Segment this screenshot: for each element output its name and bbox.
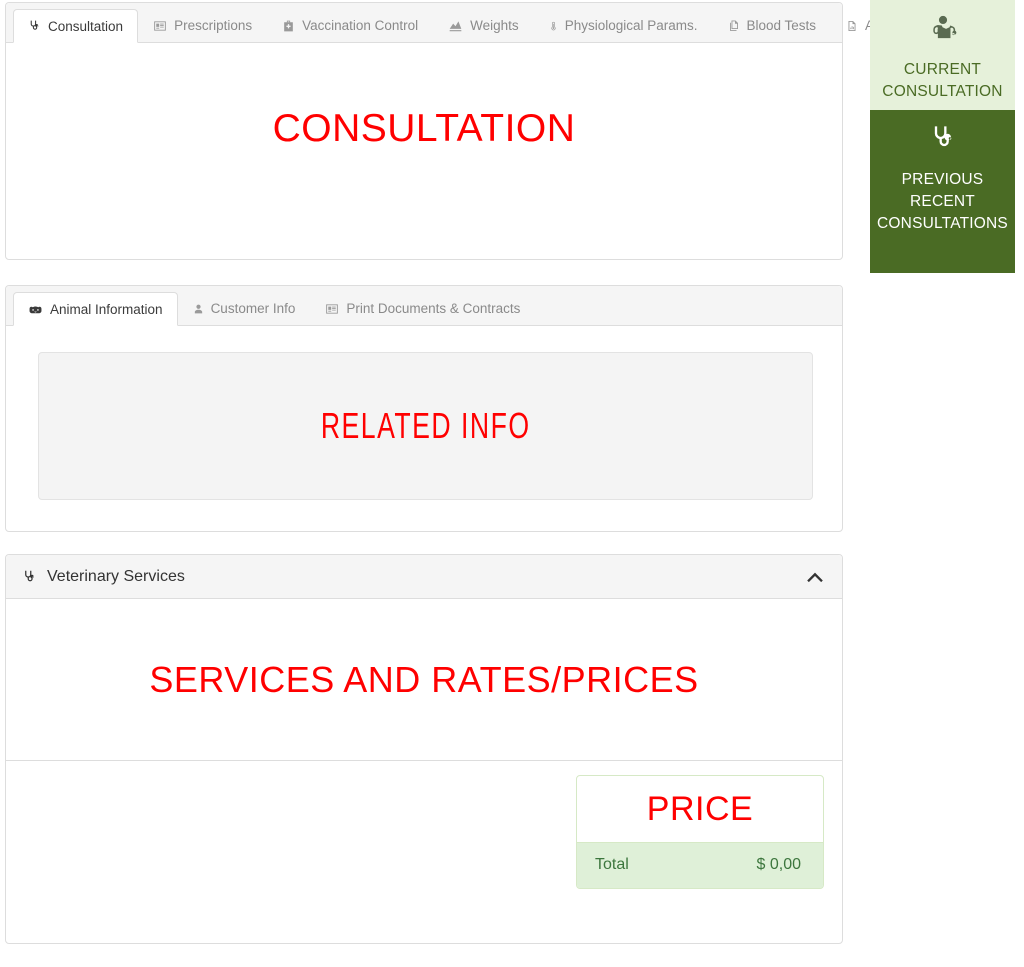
veterinary-services-footer: PRICE Total $ 0,00 — [6, 761, 842, 943]
user-icon — [193, 302, 204, 316]
price-placeholder-heading: PRICE — [646, 790, 754, 828]
veterinary-services-panel: Veterinary Services SERVICES AND RATES/P… — [5, 554, 843, 944]
tab-label: Physiological Params. — [564, 18, 698, 33]
files-icon — [728, 19, 740, 33]
stethoscope-icon — [28, 19, 41, 33]
info-tab-strip: Animal Information Customer Info Print D… — [6, 286, 842, 326]
related-info-tabs-panel: Animal Information Customer Info Print D… — [5, 285, 843, 532]
tab-label: Print Documents & Contracts — [346, 301, 521, 316]
tab-label: Animal Information — [50, 301, 163, 317]
tab-label: Customer Info — [210, 301, 296, 316]
consultation-placeholder-heading: CONSULTATION — [272, 107, 576, 150]
tab-label: Prescriptions — [174, 18, 253, 33]
tab-label: Blood Tests — [746, 18, 817, 33]
panel-title: Veterinary Services — [22, 568, 804, 586]
user-doctor-icon — [876, 14, 1009, 45]
consultation-tab-body: CONSULTATION — [6, 43, 842, 259]
animal-information-tab-body: RELATED INFO — [6, 352, 842, 500]
hippo-icon — [28, 303, 43, 316]
tab-customer-info[interactable]: Customer Info — [178, 292, 311, 325]
tab-animal-information[interactable]: Animal Information — [13, 292, 178, 326]
tab-consultation[interactable]: Consultation — [13, 9, 139, 43]
first-aid-kit-icon — [282, 19, 295, 33]
tab-label: Weights — [470, 18, 519, 33]
tab-label: Vaccination Control — [302, 18, 419, 33]
price-total-value: $ 0,00 — [756, 856, 801, 873]
price-card-header: PRICE — [577, 776, 823, 842]
veterinary-services-header[interactable]: Veterinary Services — [6, 555, 842, 599]
tab-print-documents-contracts[interactable]: Print Documents & Contracts — [310, 292, 535, 325]
veterinary-services-body: SERVICES AND RATES/PRICES — [6, 599, 842, 761]
related-info-placeholder-heading: RELATED INFO — [320, 405, 531, 446]
services-placeholder-heading: SERVICES AND RATES/PRICES — [149, 658, 699, 700]
price-card: PRICE Total $ 0,00 — [576, 775, 824, 889]
tab-label: Consultation — [48, 18, 124, 34]
tab-weights[interactable]: Weights — [433, 9, 534, 42]
tab-vaccination-control[interactable]: Vaccination Control — [267, 9, 433, 42]
id-card-icon — [153, 19, 167, 33]
stethoscope-icon — [22, 569, 37, 585]
consultation-sidebar: CURRENT CONSULTATION PREVIOUS RECENT CON… — [870, 0, 1015, 273]
area-chart-icon — [448, 19, 463, 33]
sidebar-item-previous-recent-consultations[interactable]: PREVIOUS RECENT CONSULTATIONS — [870, 110, 1015, 273]
consultation-page: Consultation Prescriptions Vaccination C… — [0, 0, 1024, 967]
thermometer-icon — [549, 19, 558, 33]
main-content-column: Consultation Prescriptions Vaccination C… — [5, 0, 940, 944]
tab-physiological-params[interactable]: Physiological Params. — [534, 9, 713, 42]
stethoscope-icon — [876, 124, 1009, 155]
veterinary-services-title: Veterinary Services — [47, 567, 185, 585]
sidebar-item-label: CURRENT CONSULTATION — [882, 61, 1003, 100]
price-total-label: Total — [595, 856, 629, 873]
id-card-icon — [325, 302, 339, 316]
main-tab-strip: Consultation Prescriptions Vaccination C… — [6, 3, 940, 43]
file-chart-icon — [846, 19, 858, 33]
sidebar-item-label: PREVIOUS RECENT CONSULTATIONS — [877, 171, 1008, 232]
chevron-up-icon[interactable] — [804, 567, 826, 587]
sidebar-item-current-consultation[interactable]: CURRENT CONSULTATION — [870, 0, 1015, 110]
related-info-box: RELATED INFO — [38, 352, 813, 500]
consultation-tabs-panel: Consultation Prescriptions Vaccination C… — [5, 2, 940, 260]
price-total-row: Total $ 0,00 — [577, 842, 823, 888]
tab-prescriptions[interactable]: Prescriptions — [138, 9, 267, 42]
tab-blood-tests[interactable]: Blood Tests — [713, 9, 832, 42]
